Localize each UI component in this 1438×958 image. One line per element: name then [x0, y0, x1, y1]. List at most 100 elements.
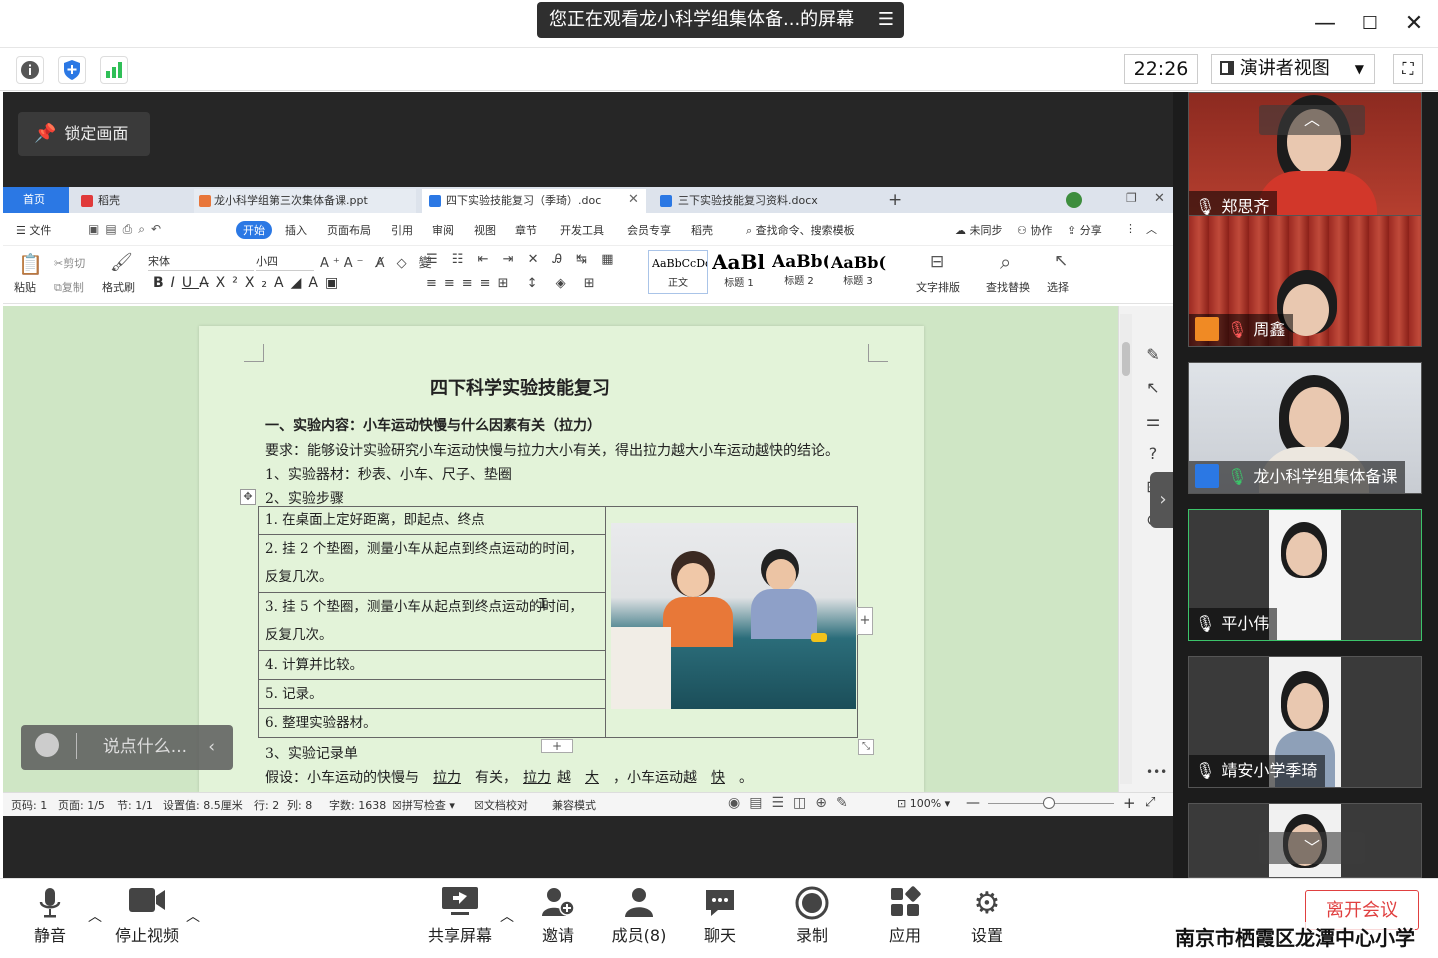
font-tools-row1[interactable]: A⁺A⁻ A̸ ◇ 變 — [320, 252, 436, 271]
resize-table-icon[interactable]: ⤡ — [858, 739, 874, 755]
apps-button[interactable]: 应用 — [885, 886, 925, 946]
pointer-icon[interactable]: ↖ — [1054, 251, 1068, 271]
quick-access-icons[interactable]: ▣▤⎙⌕↶ — [88, 222, 167, 237]
chevron-up-icon[interactable]: ︿ — [1259, 105, 1365, 135]
hypothesis-blank: 快 — [711, 770, 725, 786]
vertical-scrollbar[interactable] — [1120, 314, 1132, 784]
menu-icon[interactable]: ☰ — [878, 2, 894, 38]
restore-icon[interactable]: ❐ — [1126, 191, 1137, 205]
emoji-icon[interactable] — [35, 733, 59, 757]
format-painter-icon[interactable]: 🖌 — [110, 252, 133, 273]
menu-docer[interactable]: 稻壳 — [691, 222, 713, 238]
copy-button[interactable]: ⧉复制 — [54, 279, 84, 295]
table-move-handle[interactable]: ✥ — [240, 489, 256, 505]
menu-developer[interactable]: 开发工具 — [560, 222, 604, 238]
stop-video-button[interactable]: 停止视频 — [112, 886, 182, 946]
tab-home[interactable]: 首页 — [3, 187, 69, 213]
sync-status[interactable]: ☁ 未同步 — [955, 222, 1003, 238]
select-label[interactable]: 选择 — [1047, 279, 1069, 295]
font-tools-row2[interactable]: BIUA̶X²X₂A◢A▣ — [153, 275, 345, 291]
format-painter-label[interactable]: 格式刷 — [102, 279, 135, 295]
menu-chapter[interactable]: 章节 — [515, 222, 537, 238]
command-search[interactable]: ⌕ 查找命令、搜索模板 — [746, 222, 855, 238]
collaborate-button[interactable]: ⚇ 协作 — [1017, 222, 1052, 238]
settings-button[interactable]: ⚙ 设置 — [967, 886, 1007, 946]
menu-insert[interactable]: 插入 — [285, 222, 307, 238]
zoom-in-icon[interactable]: + — [1123, 794, 1136, 812]
minimize-button[interactable]: — — [1307, 8, 1343, 40]
menu-view[interactable]: 视图 — [474, 222, 496, 238]
spell-check-toggle[interactable]: ☒拼写检查 ▾ — [392, 797, 455, 813]
tab-ppt[interactable]: 龙小科学组第三次集体备课.ppt — [194, 189, 416, 213]
mute-button[interactable]: 静音 — [28, 886, 72, 946]
zoom-slider-handle[interactable] — [1043, 797, 1055, 809]
text-layout-icon[interactable]: ⊟ — [930, 252, 944, 272]
text-layout-label[interactable]: 文字排版 — [916, 279, 960, 295]
scrollbar-thumb[interactable] — [1122, 342, 1130, 376]
info-icon[interactable] — [16, 56, 44, 84]
video-options-chevron-up-icon[interactable]: ︿ — [186, 906, 200, 926]
chevron-down-icon[interactable]: ﹀ — [1259, 832, 1365, 864]
share-options-chevron-up-icon[interactable]: ︿ — [500, 906, 514, 926]
signal-bars-icon[interactable] — [100, 56, 128, 84]
close-button[interactable]: ✕ — [1396, 8, 1432, 40]
menu-references[interactable]: 引用 — [391, 222, 413, 238]
shield-icon[interactable] — [58, 56, 86, 84]
share-status-banner[interactable]: 您正在观看龙小科学组集体备...的屏幕 ☰ — [537, 2, 904, 38]
view-mode-icons[interactable]: ◉▤☰◫⊕✎ — [728, 795, 857, 811]
paragraph-tools-row1[interactable]: ☰ ☷ ⇤ ⇥ ✕ Ꭿ ↹ ▦ — [426, 252, 619, 267]
tab-close-icon[interactable]: ✕ — [628, 192, 639, 207]
tab-docx[interactable]: 三下实验技能复习资料.docx — [654, 189, 878, 213]
chat-input[interactable]: 说点什么... ‹ — [21, 725, 233, 770]
style-heading-2[interactable]: AaBb( 标题 2 — [770, 250, 828, 294]
participant-tile[interactable]: 🎙 靖安小学季琦 — [1188, 656, 1422, 788]
paste-label[interactable]: 粘贴 — [14, 279, 36, 295]
style-normal[interactable]: AaBbCcDd 正文 — [648, 250, 708, 294]
font-family-select[interactable]: 宋体 — [148, 253, 254, 271]
view-mode-dropdown[interactable]: 演讲者视图 ▼ — [1211, 54, 1375, 84]
find-replace-label[interactable]: 查找替换 — [986, 279, 1030, 295]
menu-member[interactable]: 会员专享 — [627, 222, 671, 238]
maximize-button[interactable]: ☐ — [1352, 8, 1388, 40]
fullscreen-icon[interactable]: ⛶ — [1393, 54, 1423, 84]
lock-screen-button[interactable]: 📌 锁定画面 — [18, 112, 150, 156]
chat-button[interactable]: 聊天 — [700, 886, 740, 946]
avatar[interactable] — [1066, 192, 1082, 208]
participant-tile[interactable]: ﹀ — [1188, 803, 1422, 878]
participant-tile[interactable]: ︿ 🎙 郑思齐 — [1188, 92, 1422, 224]
wps-close-icon[interactable]: ✕ — [1154, 191, 1165, 206]
style-heading-3[interactable]: AaBb( 标题 3 — [829, 250, 887, 294]
participant-tile[interactable]: 🎙 周鑫 — [1188, 215, 1422, 347]
style-heading-1[interactable]: AaBl 标题 1 — [710, 250, 768, 294]
add-column-button[interactable]: + — [857, 607, 873, 635]
font-size-select[interactable]: 小四 — [256, 253, 314, 271]
new-tab-icon[interactable]: + — [888, 190, 902, 210]
members-button[interactable]: 成员(8) — [610, 886, 668, 946]
chevron-left-icon[interactable]: ‹ — [208, 725, 215, 770]
menu-layout[interactable]: 页面布局 — [327, 222, 371, 238]
more-options-icon[interactable]: ••• — [1146, 765, 1167, 779]
add-row-button[interactable]: + — [541, 739, 573, 753]
paste-icon[interactable]: 📋 — [18, 252, 43, 276]
align-tools-row2[interactable]: ≡≡≡≡⊞ ↕ ◈ ⊞ — [426, 276, 602, 291]
more-icon[interactable]: ⋮ — [1125, 222, 1136, 235]
cut-button[interactable]: ✂剪切 — [54, 255, 85, 271]
zoom-out-icon[interactable]: — — [966, 795, 980, 811]
tab-active-doc[interactable]: 四下实验技能复习（季琦）.doc — [422, 189, 646, 213]
experiment-photo[interactable] — [611, 523, 856, 709]
record-button[interactable]: 录制 — [792, 886, 832, 946]
menu-start[interactable]: 开始 — [236, 221, 272, 239]
menu-review[interactable]: 审阅 — [432, 222, 454, 238]
invite-button[interactable]: 邀请 — [538, 886, 578, 946]
menu-file[interactable]: ☰ 文件 — [16, 222, 51, 238]
participant-tile-active-speaker[interactable]: 🎙 平小伟 — [1188, 509, 1422, 641]
search-icon[interactable]: ⌕ — [1000, 250, 1011, 274]
audio-options-chevron-up-icon[interactable]: ︿ — [88, 906, 102, 926]
share-button[interactable]: ⇪ 分享 — [1067, 222, 1102, 238]
share-screen-button[interactable]: 共享屏幕 — [426, 886, 494, 946]
collapse-ribbon-icon[interactable]: ︿ — [1146, 221, 1157, 237]
zoom-level[interactable]: ⊡ 100% ▾ — [897, 797, 950, 810]
participant-tile[interactable]: 🎙 龙小科学组集体备课 — [1188, 362, 1422, 494]
fit-window-icon[interactable]: ⤢ — [1145, 795, 1155, 810]
proofread-toggle[interactable]: ☒文档校对 — [474, 797, 528, 813]
